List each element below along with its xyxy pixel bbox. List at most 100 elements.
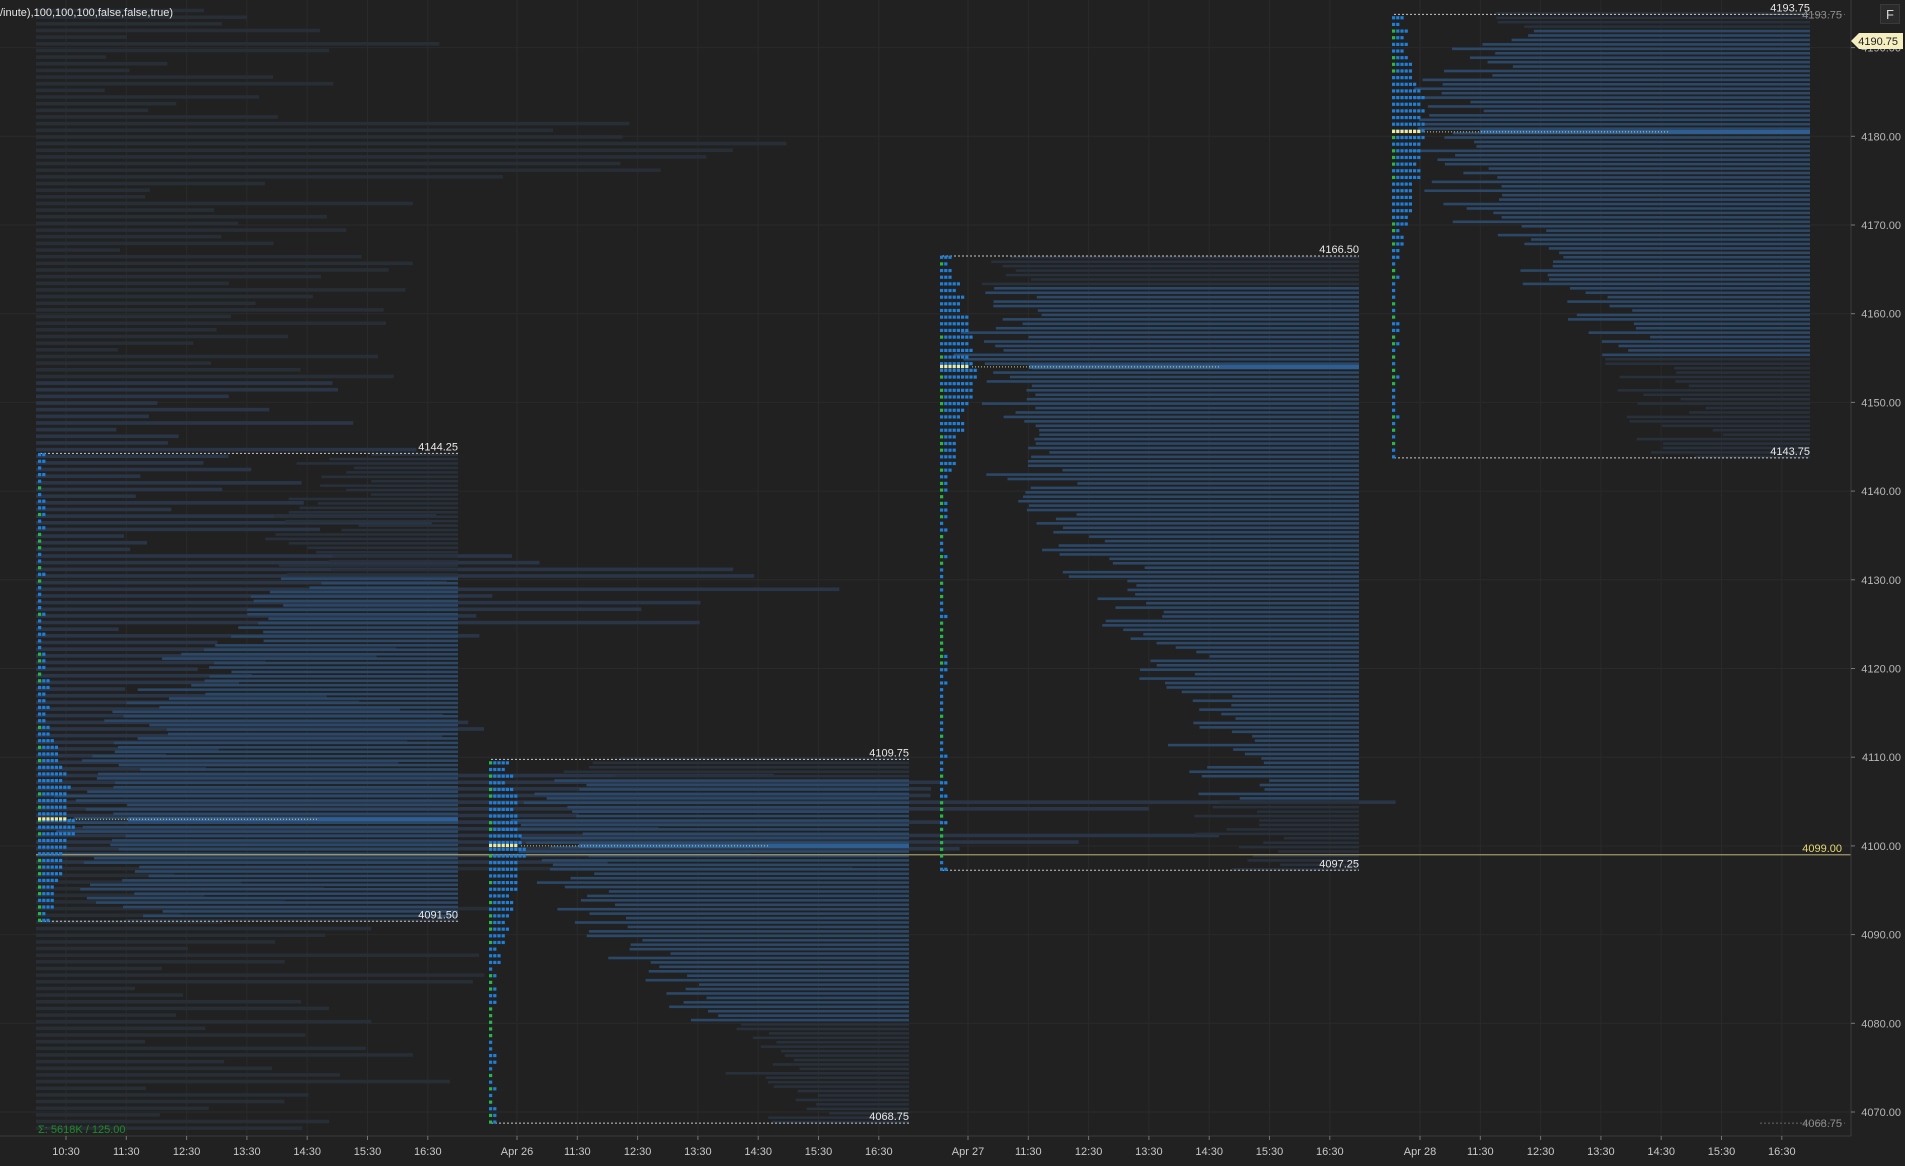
session-profile-bar	[80, 887, 459, 891]
session-profile-bar	[1112, 561, 1359, 565]
tpo-block	[489, 1053, 493, 1058]
chart-canvas[interactable]: 4144.254091.504109.754068.754166.504097.…	[0, 0, 1905, 1161]
composite-profile-bar	[36, 68, 130, 73]
tpo-block	[1400, 242, 1404, 246]
tpo-block	[501, 774, 505, 778]
tpo-block	[1400, 202, 1404, 206]
tpo-poc-block	[1413, 129, 1417, 134]
tpo-block	[1404, 42, 1408, 46]
tpo-block	[1392, 149, 1396, 153]
tpo-block	[1396, 135, 1400, 140]
session-profile-bar	[269, 590, 458, 594]
tpo-block	[944, 481, 948, 486]
tpo-block	[969, 375, 973, 379]
tpo-block	[944, 754, 948, 758]
session-profile-bar	[110, 843, 459, 847]
session-profile-bar	[699, 983, 909, 986]
session-profile-bar	[806, 1107, 909, 1111]
tpo-block	[944, 681, 948, 685]
session-profile-bar	[586, 783, 909, 787]
tpo-block	[501, 827, 505, 831]
tpo-block	[1400, 215, 1404, 219]
tpo-block	[42, 892, 46, 896]
session-profile-bar	[1501, 216, 1810, 219]
session-profile-bar	[1023, 495, 1359, 499]
tpo-block	[38, 572, 42, 576]
tpo-block	[944, 342, 948, 346]
tpo-block	[961, 295, 965, 299]
tpo-block	[948, 415, 952, 419]
composite-profile-bar	[36, 35, 128, 39]
tpo-block	[1392, 382, 1396, 386]
tpo-block	[956, 382, 960, 386]
tpo-block	[1396, 375, 1400, 379]
session-profile-bar	[580, 899, 909, 902]
tpo-block	[961, 362, 965, 366]
chart-menu-button[interactable]: F	[1880, 4, 1900, 24]
tpo-block	[1392, 348, 1396, 352]
session-profile-bar	[576, 814, 909, 818]
tpo-block	[71, 818, 75, 823]
tpo-block	[961, 388, 965, 392]
tpo-block	[54, 778, 58, 783]
tpo-poc-block	[952, 364, 956, 369]
tpo-block	[944, 362, 948, 366]
session-profile-bar	[984, 340, 1359, 343]
session-profile-bar	[1036, 295, 1359, 299]
session-profile-bar	[204, 679, 458, 683]
time-tick-label: 13:30	[684, 1146, 712, 1158]
tpo-block	[940, 681, 944, 685]
tpo-block	[497, 761, 501, 765]
tpo-block	[940, 508, 944, 512]
tpo-block	[50, 812, 54, 816]
session-profile-bar	[1039, 428, 1359, 432]
tpo-block	[956, 375, 960, 379]
session-profile-bar	[608, 956, 909, 960]
tpo-block	[940, 262, 944, 266]
tpo-block	[59, 778, 63, 783]
tpo-block	[940, 867, 944, 871]
market-profile-chart[interactable]: 4144.25 4091.50 4109.75 4068.75 4166.50 4097.…	[0, 0, 1905, 1161]
composite-profile-bar	[36, 334, 289, 339]
tpo-block	[940, 375, 944, 379]
session-profile-bar	[1127, 588, 1359, 592]
tpo-block	[493, 1000, 497, 1004]
tpo-block	[1408, 169, 1412, 173]
tpo-block	[489, 1120, 493, 1124]
tpo-block	[501, 761, 505, 765]
tpo-poc-block	[59, 817, 63, 821]
session-profile-bar	[94, 856, 459, 860]
tpo-block	[940, 455, 944, 459]
tpo-block	[956, 355, 960, 359]
session-profile-bar	[83, 861, 458, 864]
session-profile-bar	[1522, 282, 1810, 286]
session-profile-bar	[1136, 584, 1359, 587]
composite-profile-bar	[36, 181, 265, 186]
session-profile-bar	[1238, 845, 1359, 849]
tpo-block	[1396, 202, 1400, 206]
composite-profile-bar	[36, 481, 302, 485]
tpo-block	[948, 302, 952, 306]
session-profile-bar	[1198, 792, 1359, 796]
tpo-block	[944, 395, 948, 399]
tpo-block	[489, 834, 493, 838]
session-profile-bar	[960, 331, 1359, 334]
session-profile-bar	[815, 1103, 909, 1106]
session-profile-bar	[993, 300, 1359, 303]
session-profile-bar	[574, 921, 909, 924]
tpo-block	[50, 865, 54, 869]
tpo-block	[54, 852, 58, 856]
tpo-block	[961, 408, 965, 412]
tpo-block	[1421, 129, 1425, 133]
composite-profile-bar	[36, 999, 302, 1004]
session-profile-bar	[1636, 437, 1810, 441]
tpo-block	[63, 785, 67, 789]
tpo-block	[493, 934, 497, 938]
composite-profile-bar	[36, 268, 389, 272]
time-tick-label: 12:30	[1527, 1146, 1555, 1158]
session-profile-bar	[1199, 708, 1359, 711]
session-profile-bar	[122, 905, 458, 909]
tpo-block	[1413, 115, 1417, 120]
tpo-block	[1404, 142, 1408, 146]
tpo-block	[1396, 242, 1400, 246]
